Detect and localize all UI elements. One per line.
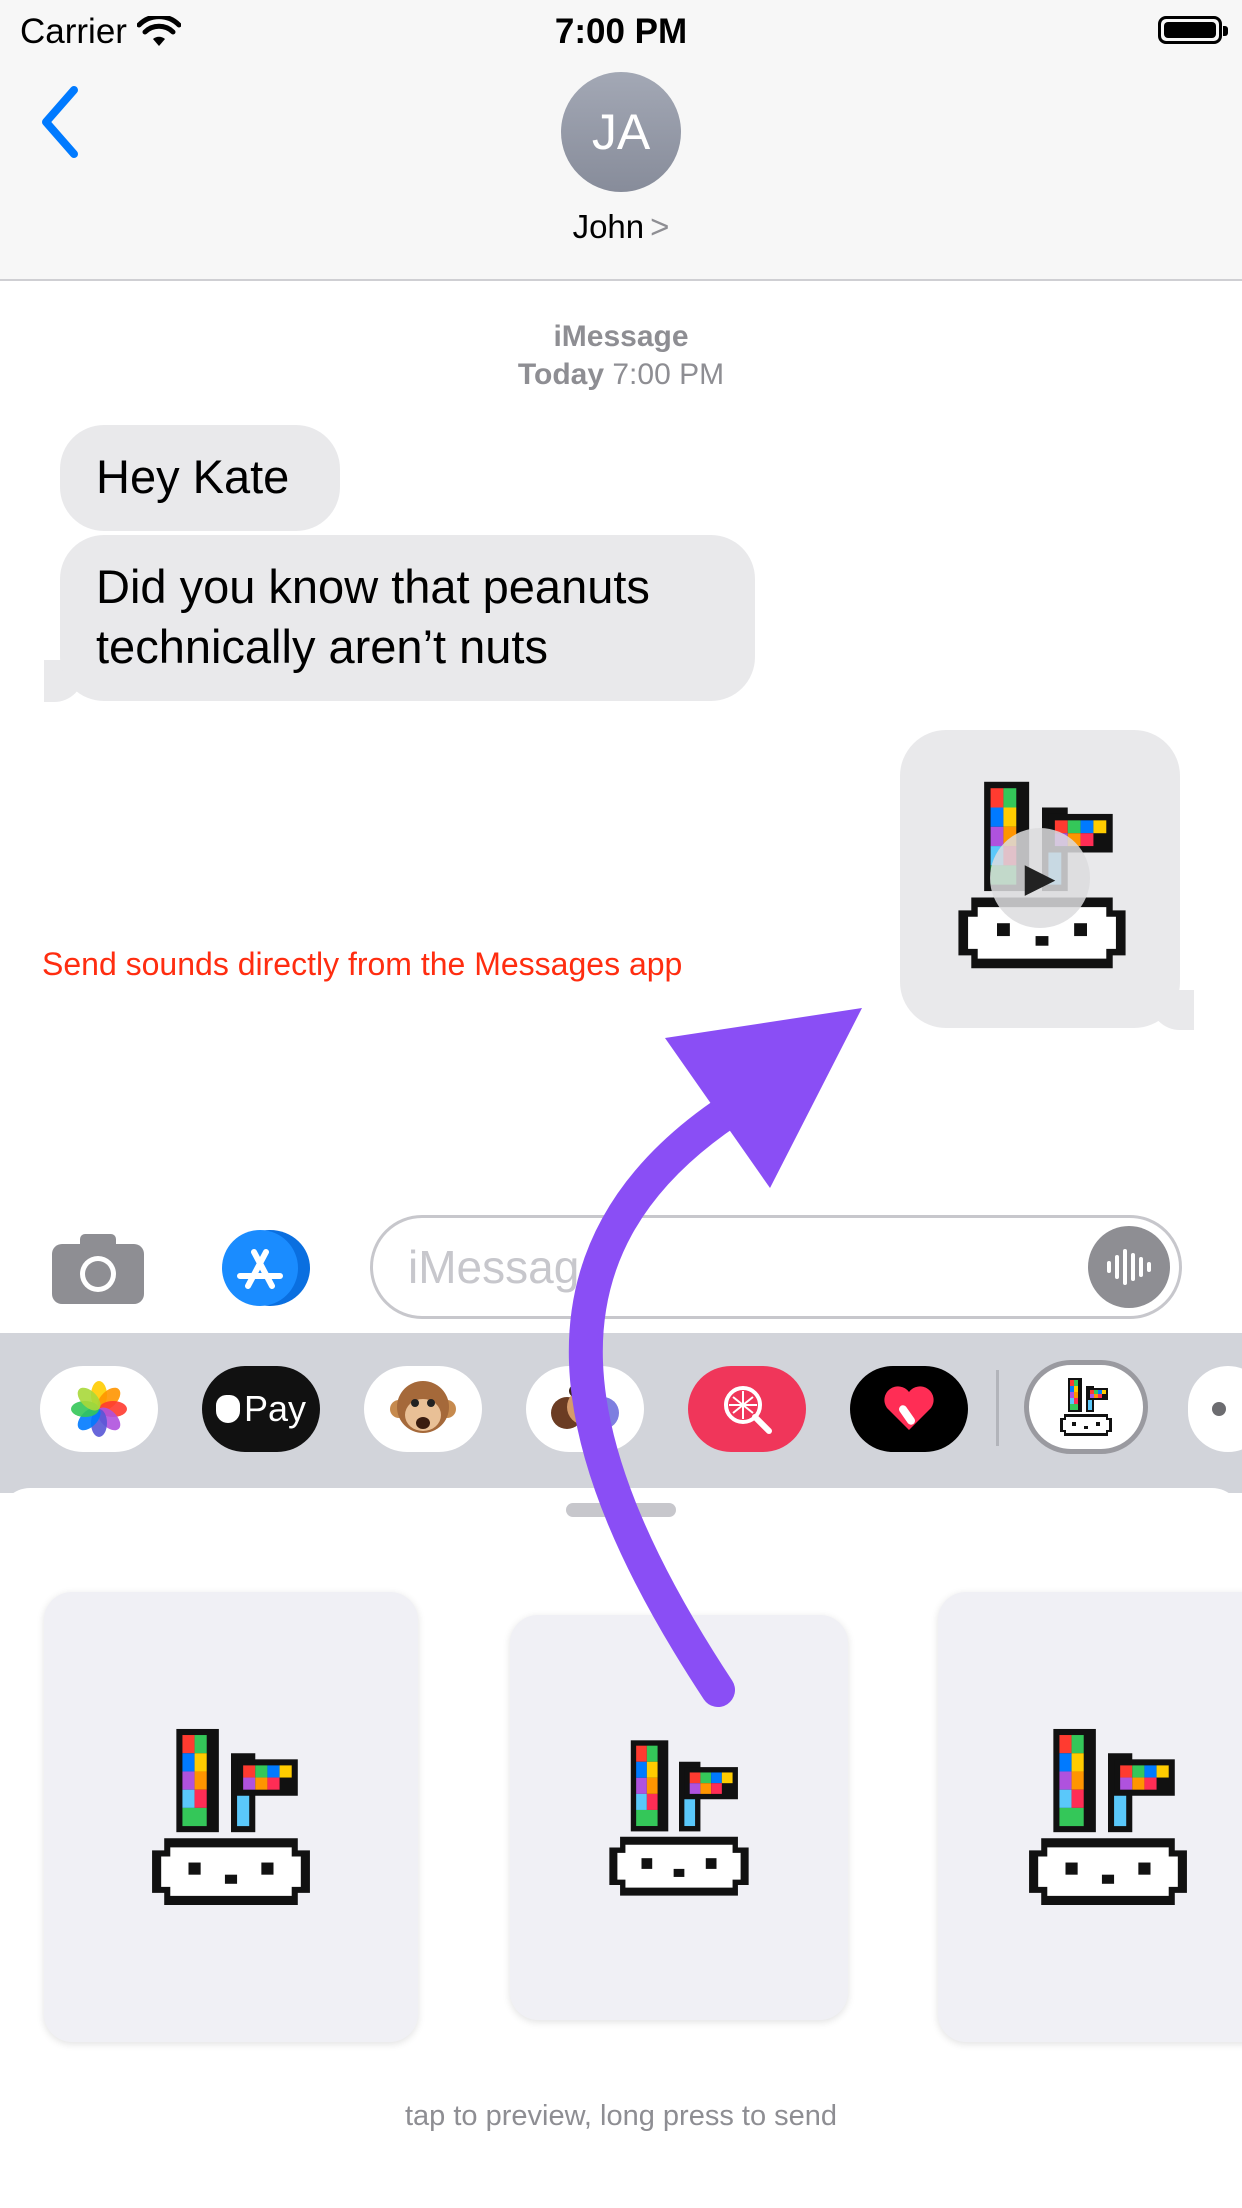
message-input-placeholder: iMessage bbox=[408, 1241, 605, 1293]
promo-caption: Send sounds directly from the Messages a… bbox=[42, 946, 683, 982]
incoming-message-bubble[interactable]: Did you know that peanuts technically ar… bbox=[60, 535, 755, 701]
date-label: Today 7:00 PM bbox=[0, 356, 1242, 394]
battery-icon bbox=[1158, 16, 1228, 44]
bunny-sticker-icon bbox=[609, 1739, 749, 1896]
contact-name: John bbox=[572, 208, 645, 245]
app-store-icon[interactable] bbox=[210, 1228, 316, 1308]
drawer-separator bbox=[996, 1370, 999, 1446]
sticker-card[interactable] bbox=[938, 1592, 1242, 2042]
back-chevron-icon[interactable] bbox=[32, 82, 92, 162]
incoming-message-bubble[interactable]: Hey Kate bbox=[60, 425, 340, 531]
memoji-app-icon[interactable] bbox=[526, 1366, 644, 1452]
panel-grabber[interactable] bbox=[566, 1503, 676, 1517]
sticker-hint: tap to preview, long press to send bbox=[404, 2100, 838, 2132]
status-time: 7:00 PM bbox=[554, 12, 688, 51]
service-label: iMessage bbox=[553, 320, 689, 353]
date-time: 7:00 PM bbox=[612, 358, 725, 391]
contact-name-button[interactable]: John > bbox=[0, 208, 1242, 246]
apple-logo-icon bbox=[215, 1395, 240, 1423]
conversation-timestamp: iMessage Today 7:00 PM bbox=[0, 318, 1242, 394]
chevron-right-icon: > bbox=[650, 208, 670, 245]
contact-avatar[interactable]: JA bbox=[561, 72, 681, 192]
image-search-app-icon[interactable] bbox=[688, 1366, 806, 1452]
bunny-sticker-icon bbox=[1029, 1728, 1187, 1906]
bunny-sounds-app-icon[interactable] bbox=[1024, 1360, 1148, 1454]
sticker-card[interactable] bbox=[44, 1592, 418, 2042]
digital-touch-app-icon[interactable] bbox=[850, 1366, 968, 1452]
apple-pay-label: Pay bbox=[243, 1388, 307, 1429]
bunny-sticker-icon bbox=[152, 1728, 310, 1906]
audio-record-icon[interactable] bbox=[1088, 1226, 1170, 1308]
sound-waveform bbox=[161, 1030, 598, 1163]
date-bold: Today bbox=[517, 358, 605, 391]
sticker-card[interactable] bbox=[510, 1615, 848, 2020]
animoji-app-icon[interactable] bbox=[364, 1366, 482, 1452]
camera-icon[interactable] bbox=[50, 1230, 146, 1306]
play-icon[interactable]: ▶ bbox=[990, 828, 1090, 928]
photos-app-icon[interactable] bbox=[40, 1366, 158, 1452]
apple-pay-app-icon[interactable]: Pay bbox=[202, 1366, 320, 1452]
